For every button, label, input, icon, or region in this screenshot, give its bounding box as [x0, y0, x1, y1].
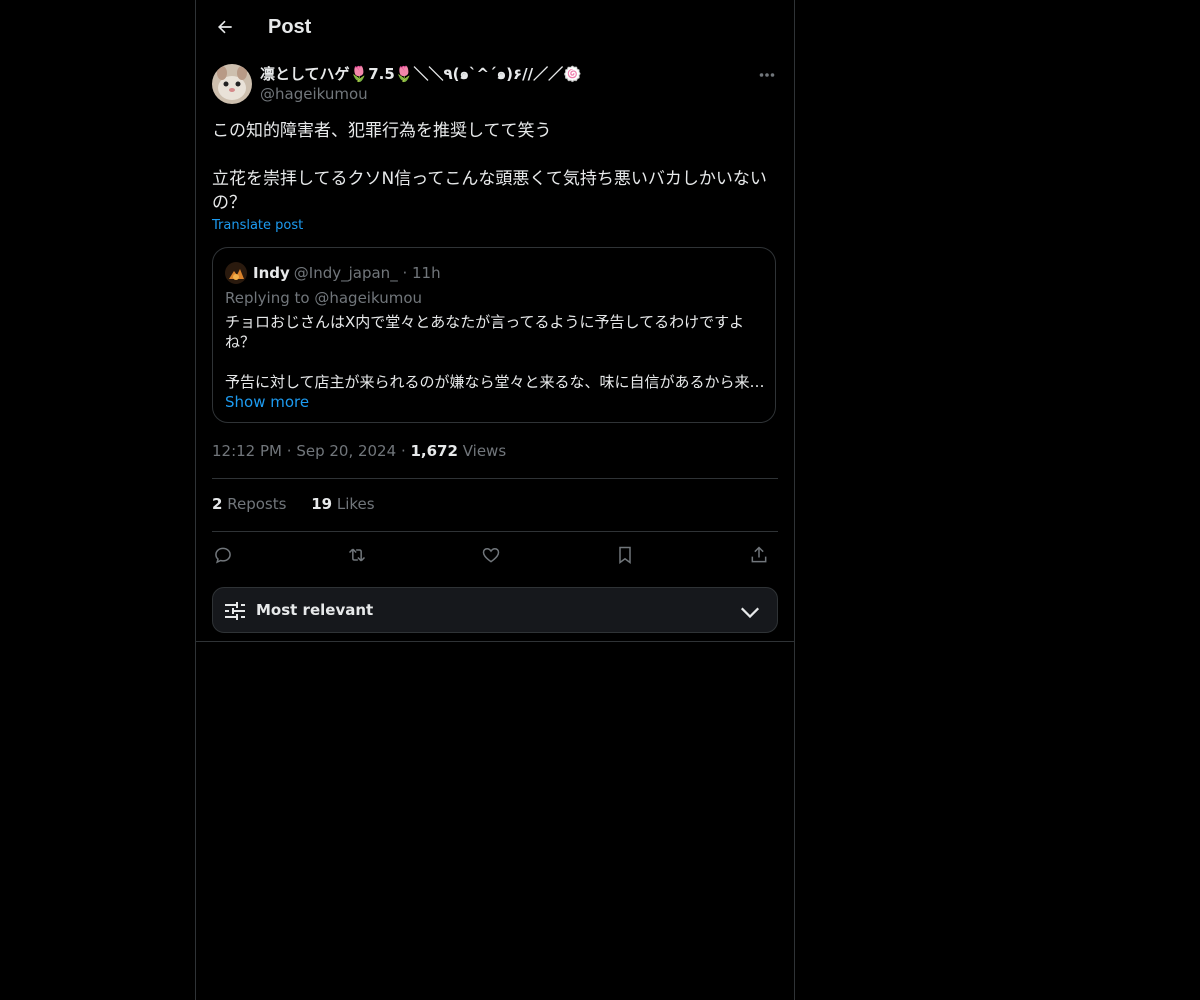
section-divider [196, 641, 794, 642]
post-metadata: 12:12 PM · Sep 20, 2024 · 1,672 Views [212, 442, 506, 460]
sort-label: Most relevant [256, 601, 374, 619]
show-more-link[interactable]: Show more [225, 393, 309, 411]
divider [212, 531, 778, 532]
likes-stat[interactable]: 19 Likes [311, 495, 374, 513]
replying-to-handle[interactable]: @hageikumou [314, 289, 422, 307]
avatar[interactable] [212, 64, 252, 104]
post-time[interactable]: 12:12 PM [212, 442, 282, 460]
views-label: Views [462, 442, 507, 460]
reply-icon [215, 547, 231, 564]
engagement-stats: 2 Reposts 19 Likes [212, 495, 395, 513]
repost-icon [348, 548, 366, 562]
quoted-post-text: チョロおじさんはX内で堂々とあなたが言ってるように予告してるわけですよね？ [225, 313, 745, 351]
sliders-icon [225, 602, 245, 620]
reposts-label: Reposts [227, 495, 287, 513]
main-column: Post 凛としてハゲ🌷7.5🌷＼＼٩(๑`^´๑)۶//／／🍥 @hageik… [195, 0, 795, 1000]
author-handle[interactable]: @hageikumou [260, 84, 582, 104]
separator-dot: · [286, 442, 297, 460]
replying-to: Replying to @hageikumou [225, 289, 422, 307]
divider [212, 478, 778, 479]
more-button[interactable] [756, 66, 778, 84]
reposts-stat[interactable]: 2 Reposts [212, 495, 286, 513]
more-dots-icon [759, 73, 775, 77]
quoted-post[interactable]: Indy @Indy_japan_ · 11h Replying to @hag… [212, 247, 776, 423]
sort-replies-dropdown[interactable]: Most relevant [212, 587, 778, 633]
author-display-name[interactable]: 凛としてハゲ🌷7.5🌷＼＼٩(๑`^´๑)۶//／／🍥 [260, 64, 582, 84]
quoted-post-header: Indy @Indy_japan_ · 11h [225, 262, 441, 284]
quoted-author-handle: @Indy_japan_ [293, 264, 398, 282]
like-button[interactable] [476, 541, 506, 569]
separator-dot: · [397, 264, 413, 282]
post-text: この知的障害者、犯罪行為を推奨してて笑う 立花を崇拝してるクソN信ってこんな頭悪… [212, 121, 767, 213]
quoted-author-name: Indy [253, 264, 290, 282]
heart-icon [482, 547, 500, 563]
quoted-post-text-continued: 予告に対して店主が来られるのが嫌なら堂々と来るな、味に自信があるから来… [225, 373, 765, 391]
replying-to-prefix: Replying to [225, 289, 310, 307]
post-date[interactable]: Sep 20, 2024 [296, 442, 396, 460]
bookmark-icon [619, 546, 631, 564]
repost-button[interactable] [342, 541, 372, 569]
author-block: 凛としてハゲ🌷7.5🌷＼＼٩(๑`^´๑)۶//／／🍥 @hageikumou [260, 64, 582, 104]
back-button[interactable] [210, 12, 240, 42]
reply-button[interactable] [208, 541, 238, 569]
likes-label: Likes [336, 495, 375, 513]
bookmark-button[interactable] [610, 541, 640, 569]
arrow-left-icon [218, 20, 232, 34]
likes-count: 19 [311, 495, 333, 513]
quoted-avatar [225, 262, 247, 284]
share-button[interactable] [744, 541, 774, 569]
reposts-count: 2 [212, 495, 223, 513]
action-bar [212, 541, 778, 569]
share-icon [751, 546, 767, 563]
header: Post [196, 0, 794, 54]
views-count: 1,672 [410, 442, 458, 460]
translate-post-link[interactable]: Translate post [212, 218, 303, 233]
chevron-down-icon [740, 607, 760, 619]
quoted-time: 11h [412, 264, 441, 282]
page-title: Post [268, 16, 312, 38]
